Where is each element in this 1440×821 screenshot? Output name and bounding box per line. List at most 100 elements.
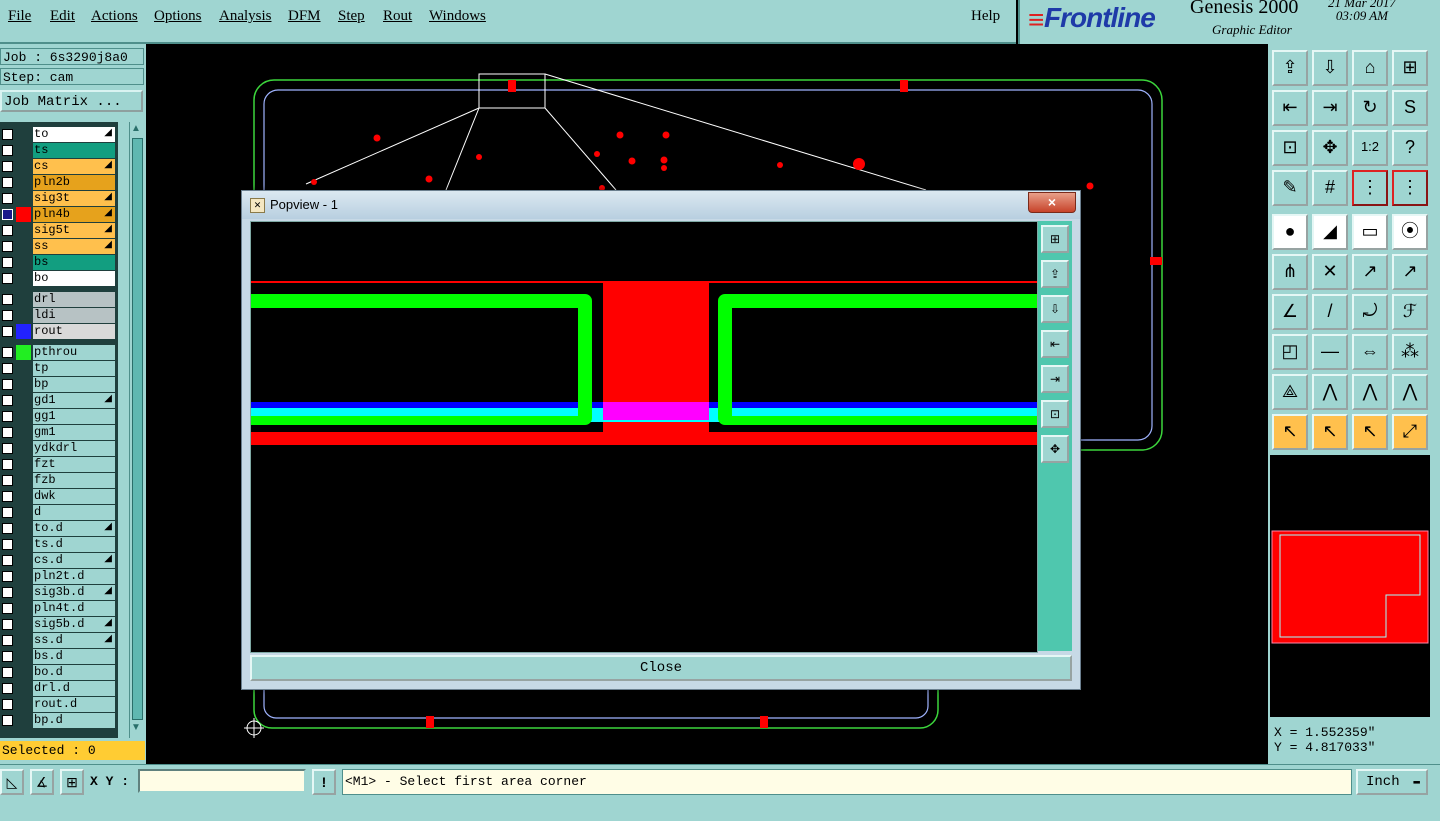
layer-row[interactable]: bs [0,255,118,270]
layer-name[interactable]: bs [33,255,115,270]
layer-row[interactable]: bo.d [0,665,118,680]
layer-name[interactable]: ts [33,143,115,158]
layer-checkbox[interactable] [2,571,13,582]
layer-name[interactable]: tp [33,361,115,376]
layer-checkbox[interactable] [2,587,13,598]
layer-checkbox[interactable] [2,129,13,140]
zoom-out-icon[interactable]: ⇩ [1312,50,1348,86]
layer-checkbox[interactable] [2,347,13,358]
layer-name[interactable]: ts.d [33,537,115,552]
popview-canvas[interactable] [250,221,1038,653]
layers-left-icon[interactable]: ⋮ [1352,170,1388,206]
resize-icon[interactable]: ⇔ [1352,334,1388,370]
snap-icon[interactable]: ◢ [1312,214,1348,250]
polygon-icon[interactable]: ⋀ [1352,374,1388,410]
zoom-fit-icon[interactable]: ⊞ [1392,50,1428,86]
zoom-center-icon[interactable]: ✥ [1312,130,1348,166]
menu-edit[interactable]: Edit [50,8,75,25]
snap-grid-icon[interactable]: ⊞ [60,769,84,795]
layer-checkbox[interactable] [2,619,13,630]
layer-row[interactable]: gd1 ◢ [0,393,118,408]
pv-zoom-out-icon[interactable]: ⇩ [1041,295,1069,323]
layer-checkbox[interactable] [2,539,13,550]
grid-icon[interactable]: # [1312,170,1348,206]
layer-row[interactable]: fzb [0,473,118,488]
ruler-icon[interactable]: ▭ [1352,214,1388,250]
menu-dfm[interactable]: DFM [288,8,321,25]
measure-mode-icon[interactable]: ∡ [30,769,54,795]
arc-icon[interactable]: ⟁ [1272,374,1308,410]
layer-name[interactable]: sig3t ◢ [33,191,115,206]
layer-row[interactable]: ss.d ◢ [0,633,118,648]
layer-checkbox[interactable] [2,294,13,305]
layer-checkbox[interactable] [2,603,13,614]
pan-right-icon[interactable]: ⇥ [1312,90,1348,126]
layer-checkbox[interactable] [2,273,13,284]
menu-step[interactable]: Step [338,8,365,25]
layer-checkbox[interactable] [2,427,13,438]
layer-name[interactable]: bo [33,271,115,286]
layer-name[interactable]: ydkdrl [33,441,115,456]
layer-row[interactable]: ydkdrl [0,441,118,456]
layer-name[interactable]: rout.d [33,697,115,712]
layer-row[interactable]: pln2t.d [0,569,118,584]
select-arrow-icon[interactable]: ↖ [1272,414,1308,450]
layer-name[interactable]: to ◢ [33,127,115,142]
layer-name[interactable]: pln4b ◢ [33,207,115,222]
layer-row[interactable]: ss ◢ [0,239,118,254]
layer-row[interactable]: to ◢ [0,127,118,142]
menu-file[interactable]: File [8,8,31,25]
alert-icon[interactable]: ! [312,769,336,795]
add-pad-icon[interactable]: ◰ [1272,334,1308,370]
layer-checkbox[interactable] [2,395,13,406]
pv-zoom-in-icon[interactable]: ⇪ [1041,260,1069,288]
layer-name[interactable]: ss ◢ [33,239,115,254]
one-to-one-icon[interactable]: 1:2 [1352,130,1388,166]
layer-row[interactable]: pln4t.d [0,601,118,616]
popview-close-button[interactable]: Close [250,655,1072,681]
layer-row[interactable]: ldi [0,308,118,323]
layer-row[interactable]: dwk [0,489,118,504]
move-point-icon[interactable]: ↗ [1352,254,1388,290]
layer-name[interactable]: sig5b.d ◢ [33,617,115,632]
zoom-frame-icon[interactable]: ⊡ [1272,130,1308,166]
layer-row[interactable]: gm1 [0,425,118,440]
layer-name[interactable]: drl.d [33,681,115,696]
layer-row[interactable]: bp.d [0,713,118,728]
select-box-icon[interactable]: ↖ [1312,414,1348,450]
layer-row[interactable]: ts [0,143,118,158]
layer-checkbox[interactable] [2,241,13,252]
pan-left-icon[interactable]: ⇤ [1272,90,1308,126]
layer-checkbox[interactable] [2,683,13,694]
mini-map[interactable] [1270,455,1430,717]
layer-checkbox[interactable] [2,651,13,662]
layer-name[interactable]: pln2t.d [33,569,115,584]
layer-row[interactable]: tp [0,361,118,376]
shape-icon[interactable]: ⋀ [1392,374,1428,410]
layer-checkbox[interactable] [2,635,13,646]
layer-name[interactable]: pthrou [33,345,115,360]
menu-actions[interactable]: Actions [91,8,138,25]
select-polygon-icon[interactable]: ↖ [1352,414,1388,450]
dash-line-icon[interactable]: — [1312,334,1348,370]
layer-name[interactable]: rout [33,324,115,339]
layer-name[interactable]: cs ◢ [33,159,115,174]
layer-row[interactable]: sig5b.d ◢ [0,617,118,632]
delete-icon[interactable]: ✕ [1312,254,1348,290]
layer-name[interactable]: bs.d [33,649,115,664]
layer-row[interactable]: rout.d [0,697,118,712]
layer-checkbox[interactable] [2,459,13,470]
mirror-icon[interactable]: ℱ [1392,294,1428,330]
popview-titlebar[interactable]: ✕ Popview - 1 × [242,191,1080,219]
refresh-icon[interactable]: ↻ [1352,90,1388,126]
menu-windows[interactable]: Windows [429,8,486,25]
job-matrix-button[interactable]: Job Matrix ... [0,90,143,112]
copy-point-icon[interactable]: ↗ [1392,254,1428,290]
layer-row[interactable]: fzt [0,457,118,472]
layer-row[interactable]: to.d ◢ [0,521,118,536]
layer-name[interactable]: gm1 [33,425,115,440]
menu-options[interactable]: Options [154,8,202,25]
layer-row[interactable]: bp [0,377,118,392]
rotate-icon[interactable]: ⤾ [1352,294,1388,330]
layer-name[interactable]: drl [33,292,115,307]
